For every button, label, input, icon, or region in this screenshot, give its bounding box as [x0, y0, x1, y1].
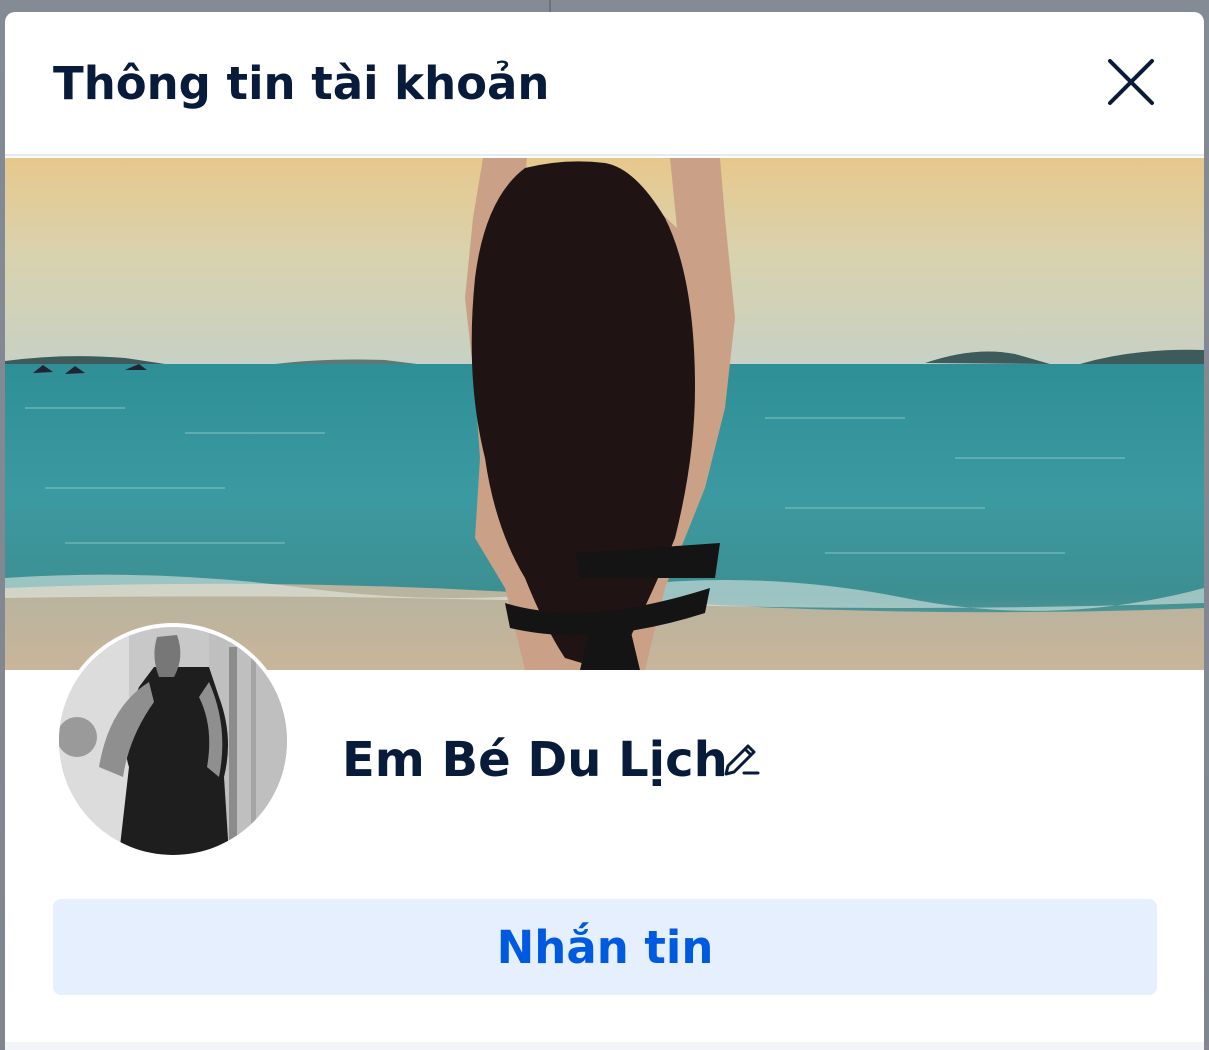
cover-photo[interactable]	[5, 158, 1204, 670]
profile-name: Em Bé Du Lịch	[342, 732, 728, 788]
pencil-icon	[724, 744, 760, 776]
close-icon	[1108, 59, 1154, 105]
background-divider	[549, 0, 551, 12]
avatar-frame	[55, 623, 291, 859]
close-button[interactable]	[1106, 57, 1156, 107]
account-info-modal: Thông tin tài khoản Em Bé Du Lịch Nhắn t…	[5, 12, 1204, 1050]
modal-title: Thông tin tài khoản	[53, 57, 550, 110]
message-button[interactable]: Nhắn tin	[53, 899, 1157, 995]
modal-footer-divider	[5, 1042, 1204, 1050]
modal-header: Thông tin tài khoản	[5, 12, 1204, 156]
avatar[interactable]	[59, 627, 287, 855]
edit-name-button[interactable]	[720, 736, 762, 778]
